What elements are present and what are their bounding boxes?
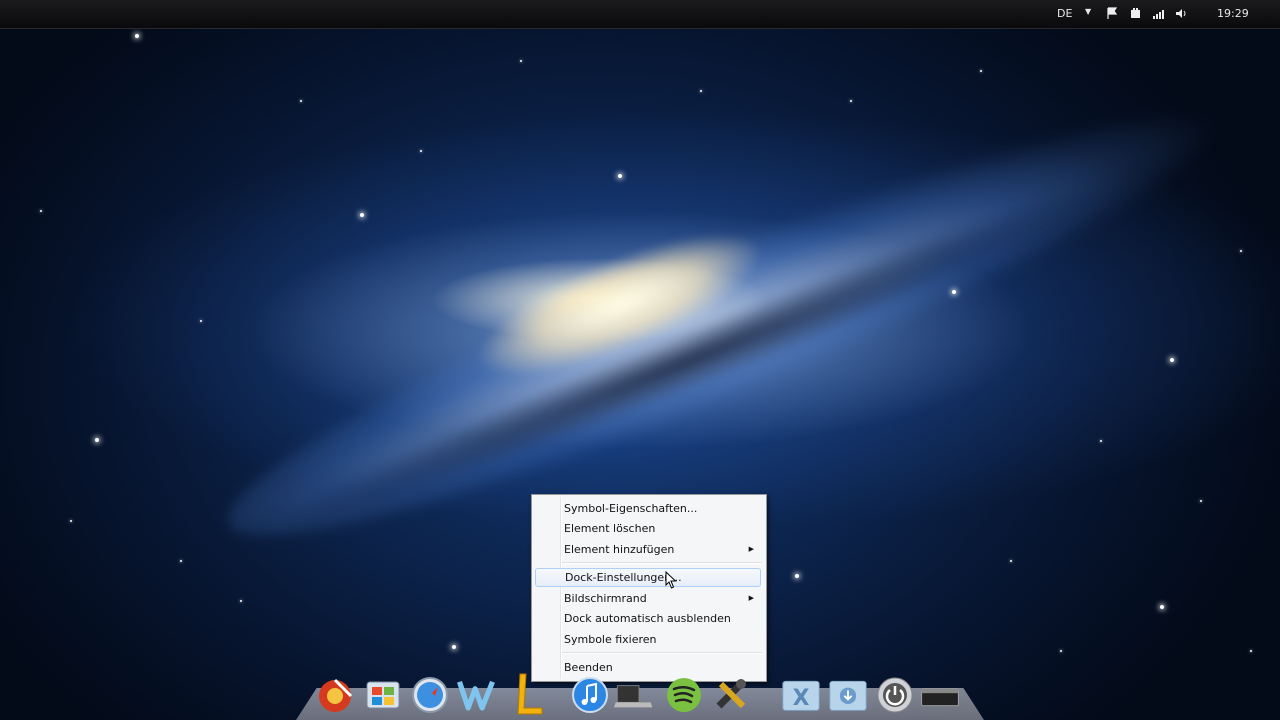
menu-item-label: Dock automatisch ausblenden: [564, 612, 731, 625]
star: [40, 210, 42, 212]
star: [180, 560, 182, 562]
menu-item-label: Element löschen: [564, 522, 656, 535]
spotify-icon[interactable]: [664, 674, 704, 714]
star: [300, 100, 302, 102]
menu-separator: [562, 652, 762, 654]
star: [1060, 650, 1062, 652]
star: [135, 34, 139, 38]
menu-item-label: Beenden: [564, 661, 613, 674]
star: [1240, 250, 1242, 252]
star: [1100, 440, 1102, 442]
star: [850, 100, 852, 102]
star: [1170, 358, 1174, 362]
volume-icon[interactable]: [1174, 6, 1188, 20]
menu-item-label: Bildschirmrand: [564, 592, 647, 605]
submenu-arrow-icon: ▶: [748, 545, 754, 553]
submenu-arrow-icon: ▶: [748, 594, 754, 602]
star: [700, 90, 702, 92]
menu-item-add-element[interactable]: Element hinzufügen ▶: [535, 540, 761, 559]
star: [1160, 605, 1164, 609]
menu-item-label: Element hinzufügen: [564, 543, 675, 556]
star: [1010, 560, 1012, 562]
star: [980, 70, 982, 72]
clock[interactable]: 19:29: [1217, 7, 1249, 20]
menu-item-auto-hide-dock[interactable]: Dock automatisch ausblenden: [535, 609, 761, 628]
menu-item-delete-element[interactable]: Element löschen: [535, 519, 761, 538]
menu-item-lock-symbols[interactable]: Symbole fixieren: [535, 630, 761, 649]
star: [452, 645, 456, 649]
menu-item-label: Symbol-Eigenschaften...: [564, 502, 698, 515]
star: [618, 174, 622, 178]
recycle-bin-icon[interactable]: X: [781, 674, 821, 714]
star: [1200, 500, 1202, 502]
terminal-icon[interactable]: [920, 674, 960, 714]
laptop-icon[interactable]: [614, 674, 654, 714]
power-icon[interactable]: [875, 674, 915, 714]
chevron-down-icon[interactable]: ▼: [1085, 7, 1091, 16]
signal-bars-icon[interactable]: [1151, 6, 1165, 20]
svg-text:X: X: [793, 686, 810, 711]
star: [240, 600, 242, 602]
network-device-icon[interactable]: [1128, 6, 1142, 20]
star: [795, 574, 799, 578]
menu-item-screen-edge[interactable]: Bildschirmrand ▶: [535, 589, 761, 608]
top-menu-bar: DE ▼ 19:29: [0, 0, 1280, 29]
menu-separator: [562, 562, 762, 564]
star: [520, 60, 522, 62]
star: [1250, 650, 1252, 652]
word-icon[interactable]: [456, 674, 496, 714]
star: [95, 438, 99, 442]
windows-icon[interactable]: [363, 674, 403, 714]
mouse-cursor-icon: [665, 571, 677, 589]
safari-compass-icon[interactable]: [410, 674, 450, 714]
flag-icon[interactable]: [1105, 6, 1119, 20]
tools-icon[interactable]: [711, 674, 751, 714]
dock-context-menu: Symbol-Eigenschaften... Element löschen …: [531, 494, 767, 682]
menu-item-symbol-properties[interactable]: Symbol-Eigenschaften...: [535, 499, 761, 518]
downloads-folder-icon[interactable]: [828, 674, 868, 714]
star: [200, 320, 202, 322]
star: [360, 213, 364, 217]
pen-icon[interactable]: [508, 673, 548, 715]
language-indicator[interactable]: DE: [1057, 7, 1072, 20]
menu-item-dock-settings[interactable]: Dock-Einstellungen...: [535, 568, 761, 587]
star: [420, 150, 422, 152]
itunes-icon[interactable]: [570, 674, 610, 714]
menu-item-label: Symbole fixieren: [564, 633, 657, 646]
star: [952, 290, 956, 294]
browser-icon[interactable]: [315, 674, 355, 714]
star: [70, 520, 72, 522]
